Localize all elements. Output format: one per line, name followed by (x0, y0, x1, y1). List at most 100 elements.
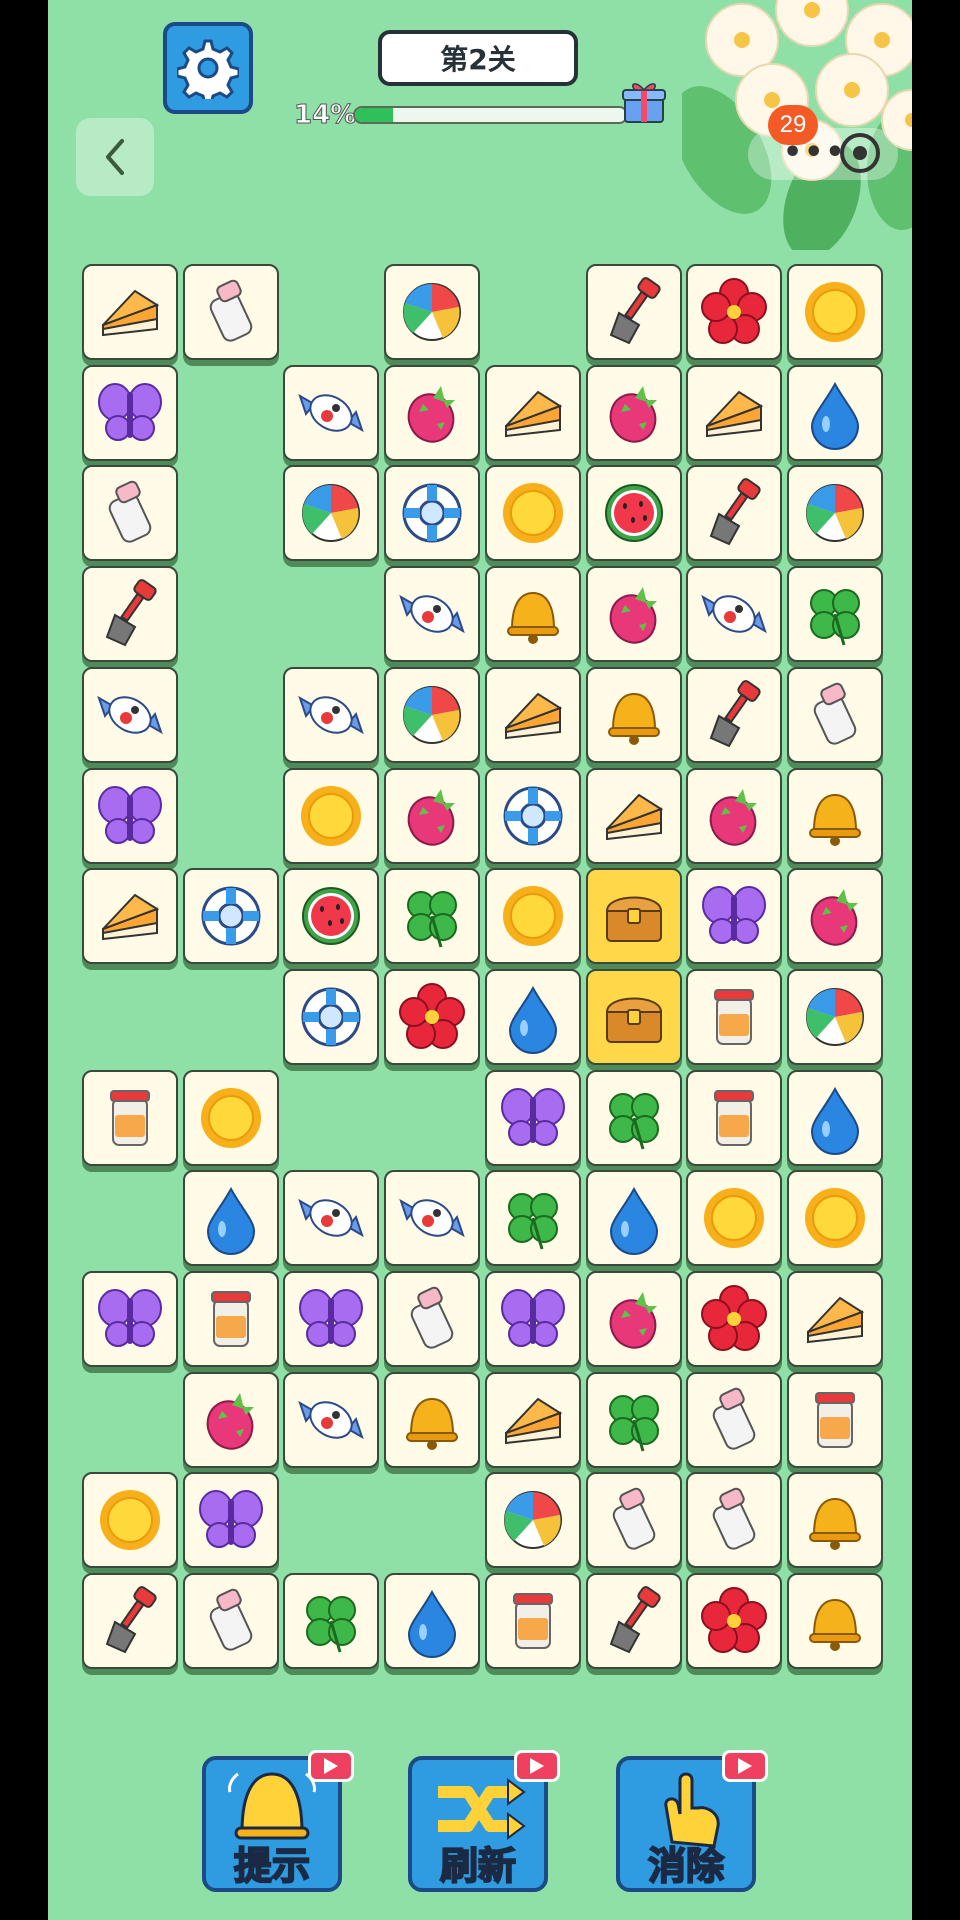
tile-drop[interactable] (787, 365, 883, 461)
tile-milk[interactable] (384, 1271, 480, 1367)
tile-ball[interactable] (787, 969, 883, 1065)
tile-cake[interactable] (586, 768, 682, 864)
tile-jar[interactable] (787, 1372, 883, 1468)
tile-candy[interactable] (283, 365, 379, 461)
tile-milk[interactable] (686, 1372, 782, 1468)
tile-bell[interactable] (787, 768, 883, 864)
tile-clover[interactable] (586, 1070, 682, 1166)
tile-sun[interactable] (787, 264, 883, 360)
tile-cake[interactable] (787, 1271, 883, 1367)
tile-cake[interactable] (485, 667, 581, 763)
tile-bell[interactable] (787, 1573, 883, 1669)
tile-sun[interactable] (686, 1170, 782, 1266)
tile-bell[interactable] (384, 1372, 480, 1468)
tile-butterfly[interactable] (183, 1472, 279, 1568)
tile-ball[interactable] (384, 264, 480, 360)
tile-butterfly[interactable] (485, 1070, 581, 1166)
tile-dragonfruit[interactable] (787, 868, 883, 964)
tile-watermelon[interactable] (283, 868, 379, 964)
tile-sun[interactable] (485, 465, 581, 561)
tile-cake[interactable] (485, 365, 581, 461)
back-button[interactable] (76, 118, 154, 196)
tile-shovel[interactable] (82, 566, 178, 662)
tile-lifebuoy[interactable] (283, 969, 379, 1065)
tile-drop[interactable] (586, 1170, 682, 1266)
tile-bell[interactable] (787, 1472, 883, 1568)
tile-shovel[interactable] (686, 667, 782, 763)
tile-milk[interactable] (586, 1472, 682, 1568)
tile-bell[interactable] (485, 566, 581, 662)
tile-dragonfruit[interactable] (384, 365, 480, 461)
tile-candy[interactable] (283, 667, 379, 763)
settings-button[interactable] (163, 22, 253, 114)
tile-flower[interactable] (686, 1573, 782, 1669)
tile-candy[interactable] (384, 566, 480, 662)
tile-candy[interactable] (283, 1170, 379, 1266)
tile-milk[interactable] (183, 1573, 279, 1669)
gift-icon[interactable] (621, 78, 667, 126)
tile-ball[interactable] (485, 1472, 581, 1568)
tile-dragonfruit[interactable] (686, 768, 782, 864)
tile-ball[interactable] (787, 465, 883, 561)
tile-shovel[interactable] (686, 465, 782, 561)
tile-bell[interactable] (586, 667, 682, 763)
tile-dragonfruit[interactable] (384, 768, 480, 864)
tile-butterfly[interactable] (283, 1271, 379, 1367)
tile-sun[interactable] (183, 1070, 279, 1166)
tile-chest[interactable] (586, 868, 682, 964)
tile-cake[interactable] (485, 1372, 581, 1468)
tile-clover[interactable] (787, 566, 883, 662)
tile-sun[interactable] (485, 868, 581, 964)
tile-shovel[interactable] (586, 1573, 682, 1669)
tile-butterfly[interactable] (82, 365, 178, 461)
tile-milk[interactable] (686, 1472, 782, 1568)
tile-milk[interactable] (787, 667, 883, 763)
tile-clover[interactable] (485, 1170, 581, 1266)
tile-candy[interactable] (283, 1372, 379, 1468)
tile-candy[interactable] (384, 1170, 480, 1266)
tile-butterfly[interactable] (485, 1271, 581, 1367)
tile-shovel[interactable] (586, 264, 682, 360)
tile-dragonfruit[interactable] (183, 1372, 279, 1468)
tile-dragonfruit[interactable] (586, 1271, 682, 1367)
tile-candy[interactable] (686, 566, 782, 662)
tile-butterfly[interactable] (82, 1271, 178, 1367)
tile-flower[interactable] (686, 1271, 782, 1367)
tile-ball[interactable] (384, 667, 480, 763)
tile-sun[interactable] (283, 768, 379, 864)
close-target-icon[interactable] (840, 133, 880, 173)
remove-powerup-button[interactable]: 消除 (616, 1750, 768, 1892)
tile-clover[interactable] (384, 868, 480, 964)
tile-clover[interactable] (283, 1573, 379, 1669)
shuffle-powerup-button[interactable]: 刷新 (408, 1750, 560, 1892)
tile-chest[interactable] (586, 969, 682, 1065)
tile-jar[interactable] (183, 1271, 279, 1367)
tile-drop[interactable] (384, 1573, 480, 1669)
tile-sun[interactable] (82, 1472, 178, 1568)
tile-dragonfruit[interactable] (586, 566, 682, 662)
tile-cake[interactable] (82, 868, 178, 964)
tile-jar[interactable] (82, 1070, 178, 1166)
tile-butterfly[interactable] (82, 768, 178, 864)
tile-drop[interactable] (183, 1170, 279, 1266)
tile-watermelon[interactable] (586, 465, 682, 561)
tile-sun[interactable] (787, 1170, 883, 1266)
tile-milk[interactable] (82, 465, 178, 561)
tile-jar[interactable] (485, 1573, 581, 1669)
tile-jar[interactable] (686, 969, 782, 1065)
tile-cake[interactable] (686, 365, 782, 461)
tile-flower[interactable] (686, 264, 782, 360)
tile-dragonfruit[interactable] (586, 365, 682, 461)
tile-milk[interactable] (183, 264, 279, 360)
tile-drop[interactable] (485, 969, 581, 1065)
tile-shovel[interactable] (82, 1573, 178, 1669)
tile-flower[interactable] (384, 969, 480, 1065)
tile-lifebuoy[interactable] (183, 868, 279, 964)
tile-lifebuoy[interactable] (485, 768, 581, 864)
tile-ball[interactable] (283, 465, 379, 561)
tile-clover[interactable] (586, 1372, 682, 1468)
tile-cake[interactable] (82, 264, 178, 360)
tile-butterfly[interactable] (686, 868, 782, 964)
hint-powerup-button[interactable]: 提示 (202, 1750, 354, 1892)
tile-candy[interactable] (82, 667, 178, 763)
